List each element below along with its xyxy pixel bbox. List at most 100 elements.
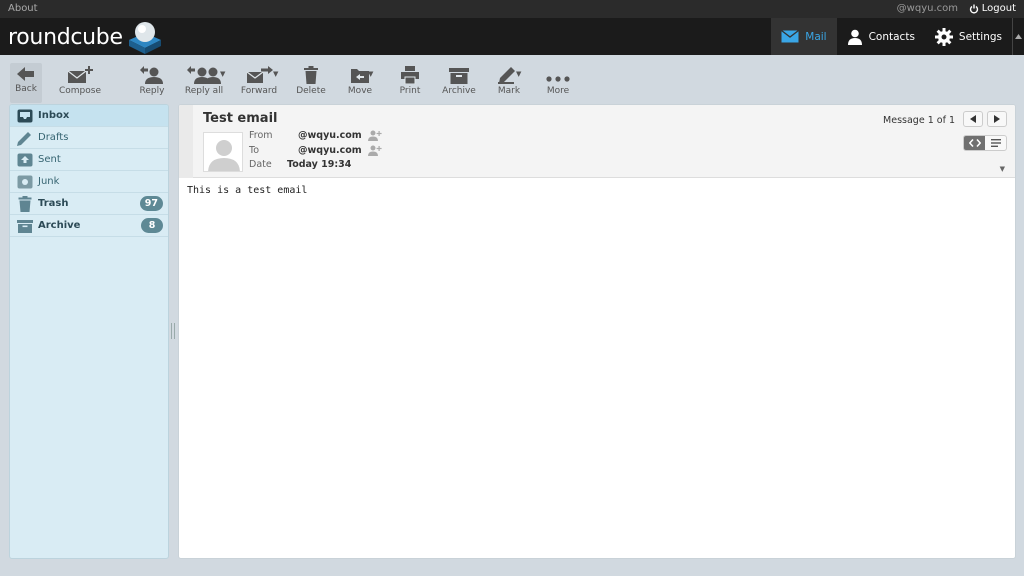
- gear-icon: [934, 27, 953, 46]
- message-toolbar: Back Compose Reply Reply all ▼ Forward ▼…: [0, 55, 1024, 103]
- folder-list: Inbox Drafts Sent Junk Trash 97 Archive …: [9, 104, 169, 559]
- code-icon: [968, 139, 981, 147]
- header: roundcube Mail Contacts Settings: [0, 18, 1024, 55]
- header-date-row: Date Today 19:34: [249, 159, 351, 170]
- print-label: Print: [399, 86, 421, 96]
- trash-icon: [304, 66, 318, 84]
- move-label: Move: [347, 86, 373, 96]
- unread-count-badge: 8: [141, 218, 163, 233]
- task-bar: Mail Contacts Settings: [771, 18, 1024, 55]
- pencil-icon: [16, 130, 34, 146]
- folder-drafts[interactable]: Drafts: [10, 127, 168, 149]
- message-counter: Message 1 of 1: [883, 115, 955, 126]
- task-contacts-label: Contacts: [868, 30, 915, 43]
- forward-icon: [246, 66, 273, 83]
- text-lines-icon: [990, 139, 1001, 147]
- date-label: Date: [249, 159, 272, 170]
- compose-label: Compose: [59, 86, 102, 96]
- archive-label: Archive: [442, 86, 476, 96]
- add-contact-icon[interactable]: [367, 130, 382, 141]
- print-button[interactable]: Print: [396, 66, 424, 102]
- reply-label: Reply: [139, 86, 165, 96]
- forward-label: Forward: [240, 86, 278, 96]
- mark-dropdown-icon[interactable]: ▼: [516, 70, 521, 78]
- junk-icon: [16, 174, 34, 190]
- compose-button[interactable]: Compose: [59, 66, 102, 102]
- contacts-icon: [847, 29, 862, 45]
- html-view-button[interactable]: [964, 136, 985, 150]
- header-side-strip: [179, 105, 193, 178]
- move-dropdown-icon[interactable]: ▼: [368, 70, 373, 78]
- mark-label: Mark: [497, 86, 521, 96]
- folder-junk[interactable]: Junk: [10, 171, 168, 193]
- archive-button[interactable]: Archive: [442, 66, 476, 102]
- sent-icon: [16, 152, 34, 168]
- message-subject: Test email: [203, 111, 278, 126]
- folder-name: Archive: [38, 220, 81, 231]
- logo-cube-icon: [128, 22, 161, 54]
- logout-label: Logout: [981, 3, 1016, 14]
- logo-text: roundcube: [8, 24, 123, 50]
- about-link[interactable]: About: [8, 3, 38, 14]
- reply-all-icon: [187, 66, 221, 84]
- date-value: Today 19:34: [287, 159, 352, 170]
- more-button[interactable]: More: [544, 66, 572, 102]
- message-pane: Test email From @wqyu.com To @wqyu.com D…: [178, 104, 1016, 559]
- view-mode-toggle: [963, 135, 1007, 151]
- roundcube-logo[interactable]: roundcube: [8, 20, 165, 54]
- forward-button[interactable]: Forward: [240, 66, 278, 102]
- delete-button[interactable]: Delete: [296, 66, 326, 102]
- header-expand-icon[interactable]: ▼: [1000, 165, 1005, 173]
- trash-icon: [16, 195, 34, 212]
- task-settings-label: Settings: [958, 30, 1002, 43]
- sender-avatar: [203, 132, 243, 172]
- power-icon: [969, 4, 978, 14]
- reply-all-label: Reply all: [184, 86, 224, 96]
- arrow-left-icon: [17, 67, 34, 81]
- from-address[interactable]: @wqyu.com: [298, 130, 362, 141]
- folder-name: Junk: [38, 176, 60, 187]
- mail-icon: [781, 30, 800, 43]
- task-mail[interactable]: Mail: [771, 18, 837, 55]
- logout-button[interactable]: Logout: [969, 3, 1016, 14]
- folder-archive[interactable]: Archive 8: [10, 215, 168, 237]
- from-label: From: [249, 130, 273, 141]
- task-contacts[interactable]: Contacts: [837, 18, 925, 55]
- to-address[interactable]: @wqyu.com: [298, 145, 362, 156]
- back-button[interactable]: Back: [10, 63, 42, 103]
- previous-message-button[interactable]: [963, 111, 983, 127]
- task-settings[interactable]: Settings: [925, 18, 1012, 55]
- folder-trash[interactable]: Trash 97: [10, 193, 168, 215]
- folder-name: Inbox: [38, 110, 70, 121]
- triangle-right-icon: [994, 115, 1000, 123]
- person-placeholder-icon: [208, 140, 240, 171]
- folder-move-icon: [351, 69, 369, 83]
- triangle-left-icon: [970, 115, 976, 123]
- message-body: This is a test email: [187, 185, 308, 196]
- task-mail-label: Mail: [805, 30, 827, 43]
- folder-name: Trash: [38, 198, 69, 209]
- header-to-row: To @wqyu.com: [249, 145, 382, 156]
- compose-icon: [67, 66, 93, 83]
- top-bar: About @wqyu.com Logout: [0, 0, 1024, 18]
- folder-sent[interactable]: Sent: [10, 149, 168, 171]
- add-contact-icon[interactable]: [367, 145, 382, 156]
- plain-text-view-button[interactable]: [985, 136, 1006, 150]
- back-label: Back: [15, 84, 37, 94]
- inbox-icon: [16, 108, 34, 124]
- reply-icon: [140, 66, 163, 84]
- reply-all-dropdown-icon[interactable]: ▼: [220, 70, 225, 78]
- folder-inbox[interactable]: Inbox: [10, 105, 168, 127]
- more-dots-icon: [546, 76, 570, 82]
- forward-dropdown-icon[interactable]: ▼: [273, 70, 278, 78]
- archive-icon: [449, 68, 469, 84]
- message-header: Test email From @wqyu.com To @wqyu.com D…: [179, 105, 1015, 178]
- delete-label: Delete: [296, 86, 326, 96]
- archive-icon: [16, 218, 34, 234]
- pane-splitter[interactable]: [171, 323, 175, 339]
- caret-up-icon: [1015, 34, 1022, 39]
- folder-name: Sent: [38, 154, 61, 165]
- reply-button[interactable]: Reply: [138, 66, 166, 102]
- next-message-button[interactable]: [987, 111, 1007, 127]
- taskbar-collapse[interactable]: [1012, 18, 1024, 55]
